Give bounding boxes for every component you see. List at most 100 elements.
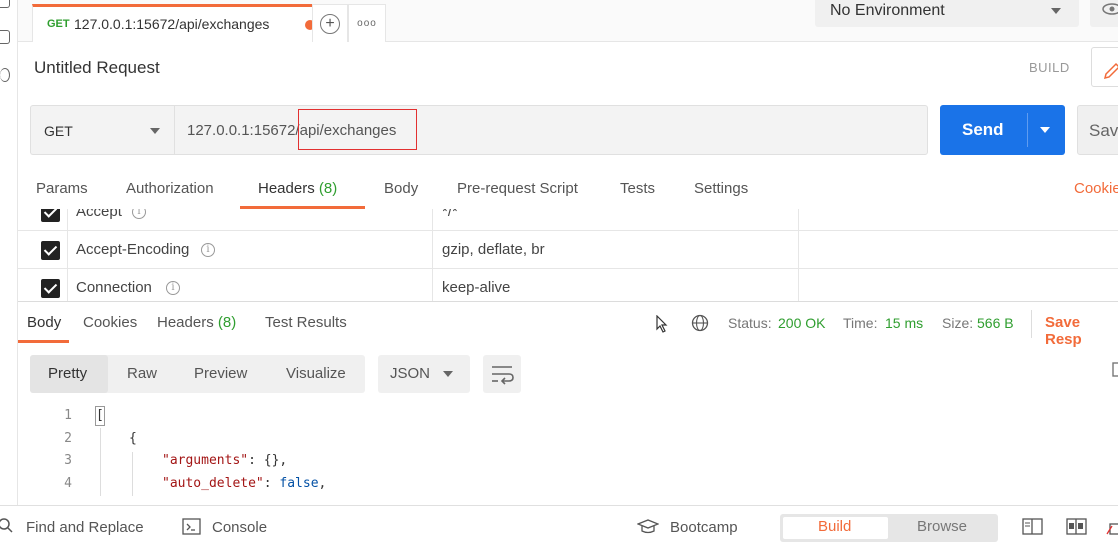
status-label: Status: xyxy=(728,315,772,331)
save-button-label: Sav xyxy=(1089,121,1118,140)
json-key: "auto_delete" xyxy=(162,476,264,491)
response-tab-body[interactable]: Body xyxy=(27,314,61,331)
help-keyboard-icon[interactable] xyxy=(1104,516,1118,542)
response-divider[interactable] xyxy=(18,301,1118,302)
save-response-button[interactable]: Save Resp xyxy=(1045,314,1118,348)
header-value-cell[interactable]: keep-alive xyxy=(433,269,799,301)
language-select[interactable]: JSON xyxy=(378,355,470,393)
mouse-cursor-icon xyxy=(656,315,668,333)
status-bar: Find and Replace Console Bootcamp Build … xyxy=(0,505,1118,544)
header-enabled-checkbox[interactable] xyxy=(41,209,60,222)
send-options-chevron-icon[interactable] xyxy=(1040,127,1050,133)
send-button-label: Send xyxy=(962,120,1004,139)
tab-url-label: 127.0.0.1:15672/api/exchanges xyxy=(74,16,270,32)
url-input[interactable]: 127.0.0.1:15672/api/exchanges xyxy=(174,105,928,155)
code-line[interactable]: "arguments": {}, xyxy=(162,453,287,468)
environment-quick-look-button[interactable] xyxy=(1090,0,1118,27)
header-enabled-checkbox[interactable] xyxy=(41,241,60,260)
header-value-cell[interactable]: gzip, deflate, br xyxy=(433,231,799,269)
eye-icon xyxy=(1102,3,1118,15)
response-tab-test-results[interactable]: Test Results xyxy=(265,314,347,331)
code-line[interactable]: "auto_delete": false, xyxy=(162,476,326,491)
table-row: Accept i */* xyxy=(18,209,1118,231)
save-button[interactable]: Sav xyxy=(1077,105,1118,155)
left-sidebar-rail xyxy=(0,0,18,505)
code-line[interactable]: [ xyxy=(96,408,104,423)
response-tab-headers[interactable]: Headers (8) xyxy=(157,314,236,331)
cookies-link[interactable]: Cookie xyxy=(1074,180,1118,197)
format-pretty-button[interactable]: Pretty xyxy=(48,365,87,382)
header-enabled-checkbox[interactable] xyxy=(41,279,60,298)
edit-button[interactable] xyxy=(1091,47,1118,87)
pencil-icon xyxy=(1103,62,1118,80)
format-raw-button[interactable]: Raw xyxy=(127,365,157,382)
tab-prerequest-script[interactable]: Pre-request Script xyxy=(457,180,578,197)
header-value: */* xyxy=(442,209,458,220)
history-icon[interactable] xyxy=(0,0,10,8)
info-icon[interactable]: i xyxy=(201,243,215,257)
copy-icon[interactable] xyxy=(1110,362,1118,380)
tab-settings[interactable]: Settings xyxy=(694,180,748,197)
console-button[interactable]: Console xyxy=(212,519,267,536)
wrap-lines-button[interactable] xyxy=(483,355,521,393)
tab-headers[interactable]: Headers (8) xyxy=(258,180,337,197)
header-key-cell[interactable]: Connection i xyxy=(68,269,433,301)
table-row: Accept-Encoding i gzip, deflate, br xyxy=(18,231,1118,269)
bootcamp-button[interactable]: Bootcamp xyxy=(670,519,738,536)
build-mode-button[interactable]: Build xyxy=(818,518,851,535)
console-icon[interactable] xyxy=(182,518,202,536)
headers-table: Accept i */* Accept-Encoding i gzip, def… xyxy=(18,209,1118,301)
json-value: false xyxy=(279,476,319,491)
info-icon[interactable]: i xyxy=(132,209,146,219)
indent-guide xyxy=(100,428,101,496)
header-key-cell[interactable]: Accept i xyxy=(68,209,433,231)
tab-params[interactable]: Params xyxy=(36,180,88,197)
status-value[interactable]: 200 OK xyxy=(778,315,825,331)
format-preview-button[interactable]: Preview xyxy=(194,365,247,382)
more-icon: ooo xyxy=(357,18,377,29)
mode-label: BUILD xyxy=(1029,60,1070,75)
build-browse-toggle[interactable]: Build Browse xyxy=(780,514,998,542)
header-key: Connection xyxy=(76,279,152,296)
size-value[interactable]: 566 B xyxy=(977,315,1014,331)
active-response-tab-indicator xyxy=(18,340,69,343)
header-key-cell[interactable]: Accept-Encoding i xyxy=(68,231,433,269)
tab-headers-label: Headers xyxy=(258,180,315,197)
response-tab-cookies[interactable]: Cookies xyxy=(83,314,137,331)
request-title[interactable]: Untitled Request xyxy=(34,58,160,78)
new-tab-button[interactable]: + xyxy=(312,4,348,42)
two-pane-view-icon[interactable] xyxy=(1022,518,1044,536)
time-value[interactable]: 15 ms xyxy=(885,315,923,331)
format-visualize-button[interactable]: Visualize xyxy=(286,365,346,382)
search-icon[interactable] xyxy=(0,517,14,535)
code-line[interactable]: { xyxy=(129,431,137,446)
apis-icon[interactable] xyxy=(0,68,10,82)
response-tab-headers-count: (8) xyxy=(217,314,237,331)
tab-authorization[interactable]: Authorization xyxy=(126,180,214,197)
chevron-down-icon xyxy=(1051,8,1061,14)
collections-icon[interactable] xyxy=(0,30,10,44)
chevron-down-icon xyxy=(150,128,160,134)
globe-icon[interactable] xyxy=(690,313,710,333)
request-tab-bar: GET 127.0.0.1:15672/api/exchanges + ooo … xyxy=(18,0,1118,42)
tab-body[interactable]: Body xyxy=(384,180,418,197)
request-tab-active[interactable]: GET 127.0.0.1:15672/api/exchanges xyxy=(32,4,324,42)
browse-mode-button[interactable]: Browse xyxy=(917,518,967,535)
size-label: Size: xyxy=(942,315,974,331)
line-number: 3 xyxy=(64,453,72,468)
header-value-cell[interactable]: */* xyxy=(433,209,799,231)
method-select[interactable]: GET xyxy=(30,105,174,155)
graduation-cap-icon[interactable] xyxy=(637,518,659,536)
environment-select[interactable]: No Environment xyxy=(815,0,1079,27)
more-tabs-button[interactable]: ooo xyxy=(348,4,386,42)
send-button[interactable]: Send xyxy=(940,105,1065,155)
table-row: Connection i keep-alive xyxy=(18,269,1118,301)
tab-tests[interactable]: Tests xyxy=(620,180,655,197)
response-tab-headers-label: Headers xyxy=(157,314,214,331)
line-number: 2 xyxy=(64,431,72,446)
info-icon[interactable]: i xyxy=(166,281,180,295)
wrap-lines-icon xyxy=(492,366,514,385)
find-and-replace-button[interactable]: Find and Replace xyxy=(26,519,144,536)
header-value: keep-alive xyxy=(442,279,511,296)
layout-grid-icon[interactable] xyxy=(1066,518,1088,536)
